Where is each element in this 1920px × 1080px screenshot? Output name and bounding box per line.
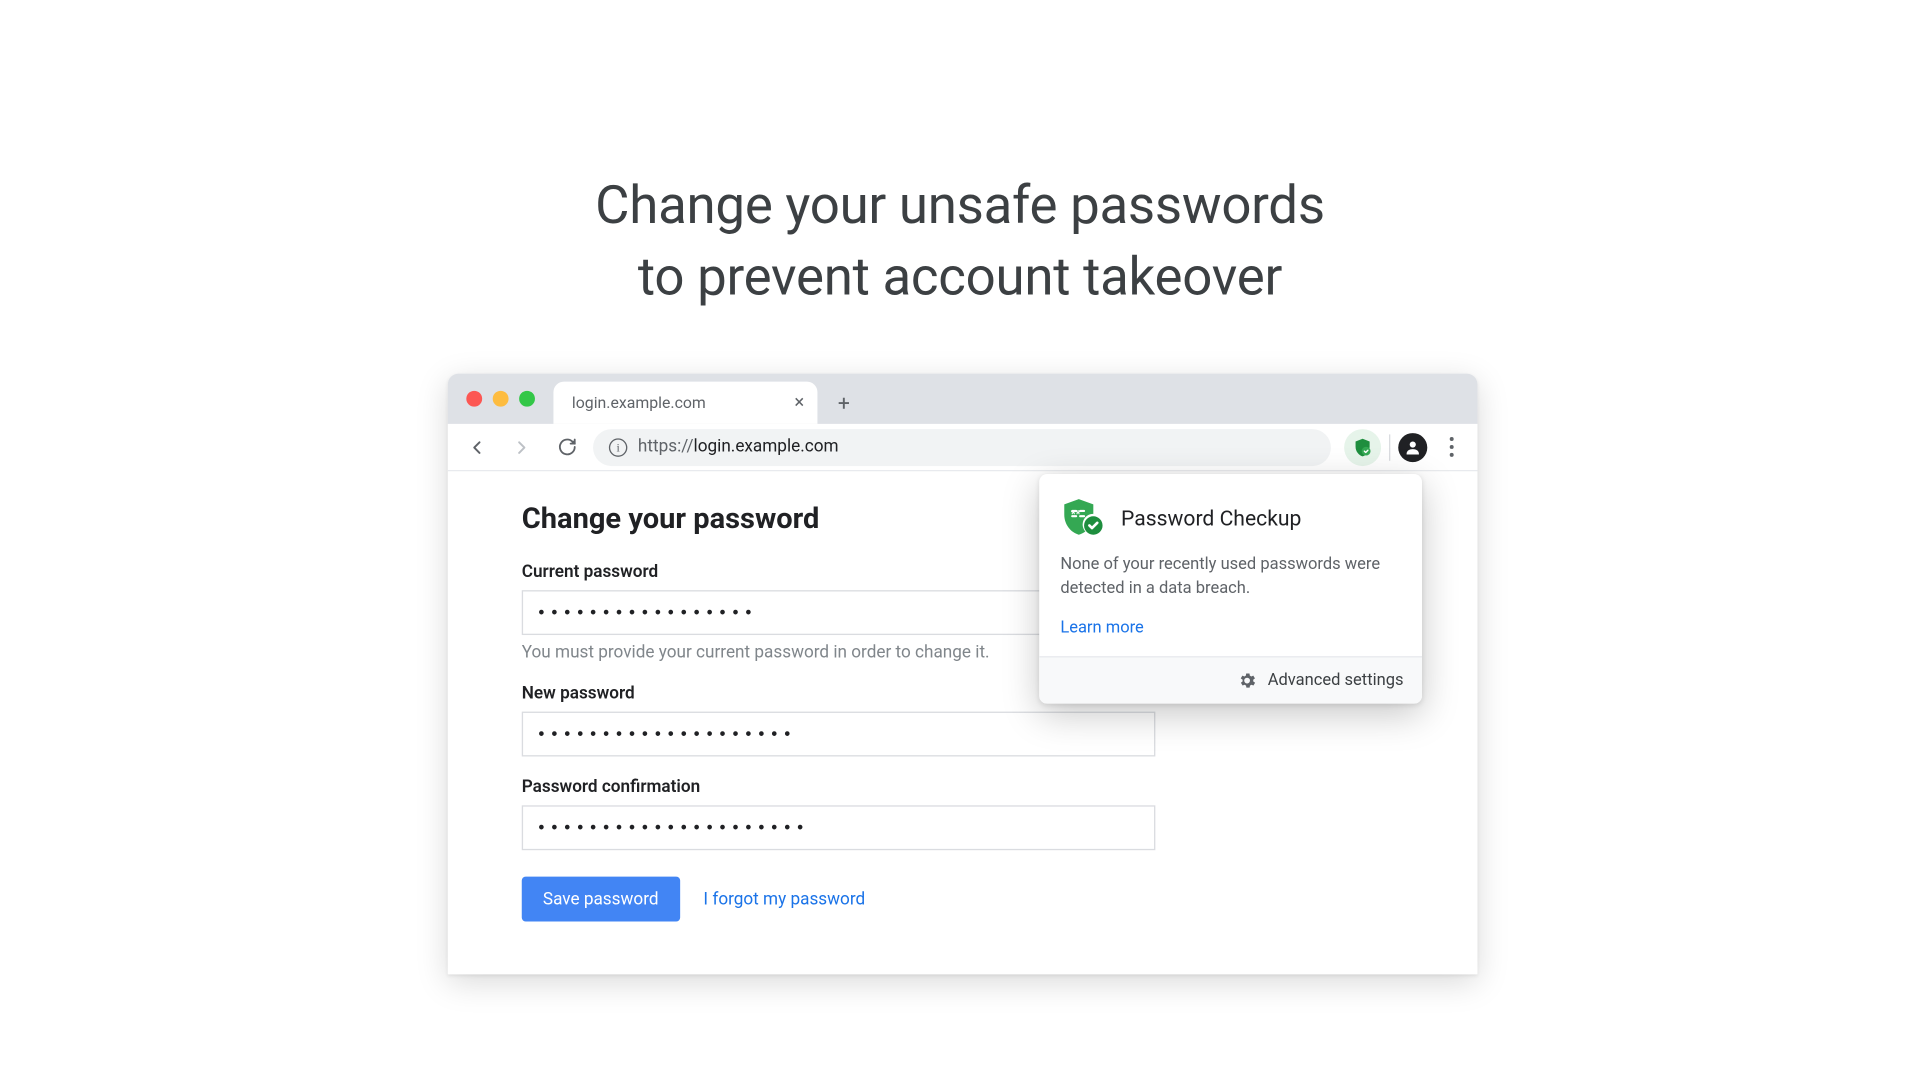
svg-text:**: **: [1071, 508, 1081, 521]
shield-check-icon: **: [1060, 498, 1105, 538]
back-button[interactable]: [458, 428, 495, 465]
headline-line1: Change your unsafe passwords: [595, 174, 1325, 236]
learn-more-link[interactable]: Learn more: [1039, 613, 1165, 657]
site-info-icon[interactable]: i: [609, 438, 627, 456]
advanced-settings-button[interactable]: Advanced settings: [1039, 656, 1422, 704]
password-checkup-popover: ** Password Checkup None of your recentl…: [1039, 474, 1422, 704]
browser-window: login.example.com × + i https://login.ex…: [448, 374, 1478, 975]
new-tab-button[interactable]: +: [825, 384, 862, 421]
tab-strip: login.example.com × +: [448, 374, 1478, 424]
window-controls: [466, 391, 535, 407]
confirm-password-label: Password confirmation: [522, 778, 1404, 798]
forgot-password-link[interactable]: I forgot my password: [703, 889, 865, 909]
forward-button[interactable]: [503, 428, 540, 465]
popover-body: None of your recently used passwords wer…: [1039, 553, 1422, 612]
browser-menu-button[interactable]: [1435, 437, 1467, 457]
form-actions: Save password I forgot my password: [522, 877, 1404, 922]
browser-tab[interactable]: login.example.com ×: [553, 382, 817, 424]
profile-button[interactable]: [1398, 432, 1427, 461]
password-checkup-extension-icon[interactable]: [1344, 428, 1381, 465]
url-protocol: https://: [638, 437, 694, 457]
new-password-input[interactable]: [522, 712, 1156, 757]
close-window-button[interactable]: [466, 391, 482, 407]
advanced-settings-label: Advanced settings: [1268, 671, 1404, 691]
popover-header: ** Password Checkup: [1039, 474, 1422, 553]
headline-line2: to prevent account takeover: [638, 246, 1282, 308]
minimize-window-button[interactable]: [493, 391, 509, 407]
tab-title: login.example.com: [572, 393, 706, 411]
save-password-button[interactable]: Save password: [522, 877, 680, 922]
confirm-password-input[interactable]: [522, 805, 1156, 850]
gear-icon: [1237, 671, 1257, 691]
popover-title: Password Checkup: [1121, 505, 1301, 530]
reload-button[interactable]: [548, 428, 585, 465]
maximize-window-button[interactable]: [519, 391, 535, 407]
url: https://login.example.com: [638, 437, 839, 457]
address-bar[interactable]: i https://login.example.com: [593, 428, 1331, 465]
browser-toolbar: i https://login.example.com: [448, 424, 1478, 472]
toolbar-divider: [1389, 434, 1390, 460]
close-tab-icon[interactable]: ×: [794, 393, 804, 411]
url-host: login.example.com: [694, 437, 839, 457]
headline: Change your unsafe passwords to prevent …: [0, 170, 1920, 313]
